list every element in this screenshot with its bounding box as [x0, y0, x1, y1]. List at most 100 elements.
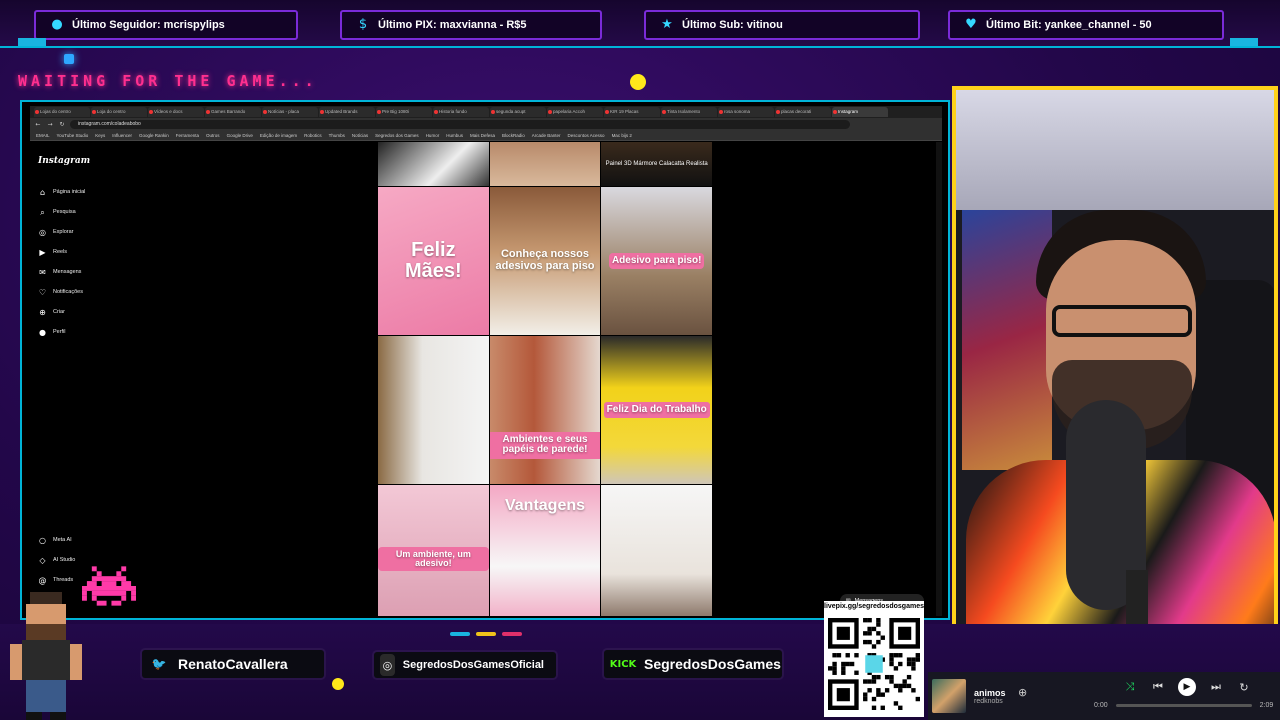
last-sub-alert: ★ Último Sub: vitinou [644, 10, 920, 40]
browser-tab[interactable]: Vídeos e docs [148, 107, 204, 117]
bookmark-item[interactable]: Edição de imagem [260, 133, 297, 138]
post-thumbnail[interactable] [378, 336, 489, 484]
browser-tab[interactable]: papelaria Accoh [547, 107, 603, 117]
player-controls: ⤨ ⏮ ▶ ⏭ ↻ [1122, 678, 1252, 696]
ig-nav-item[interactable]: @ Threads [38, 570, 75, 590]
bookmark-item[interactable]: Outros [206, 133, 220, 138]
browser-tab[interactable]: Historia fundo [433, 107, 489, 117]
instagram-logo[interactable]: Instagram [38, 156, 90, 166]
bookmark-item[interactable]: Arcade Banter [532, 133, 561, 138]
bookmark-item[interactable]: Humbus [446, 133, 463, 138]
play-icon[interactable]: ▶ [1178, 678, 1196, 696]
next-track-icon[interactable]: ⏭ [1208, 680, 1224, 694]
last-follower-alert: ● Último Seguidor: mcrispylips [34, 10, 298, 40]
nav-icon: ✉ [39, 267, 46, 277]
nav-icon: ○ [39, 535, 46, 545]
nav-icon: ♡ [38, 287, 47, 297]
page-scrollbar[interactable] [936, 142, 942, 616]
browser-tab[interactable]: KIR 19 Placas [604, 107, 660, 117]
browser-tab[interactable]: Notícias - placa [262, 107, 318, 117]
browser-toolbar: ← → ↻ instagram.com/coladeabobo [30, 118, 942, 131]
bookmark-item[interactable]: Notícias [352, 133, 368, 138]
corner-accent [1230, 38, 1258, 46]
ig-nav-item[interactable]: ♡ Notificações [38, 282, 85, 302]
last-bit-text: Último Bit: yankee_channel - 50 [986, 19, 1152, 31]
ig-nav-item[interactable]: ✉ Mensagens [38, 262, 85, 282]
forward-icon[interactable]: → [46, 121, 54, 128]
post-thumbnail[interactable] [489, 142, 601, 186]
address-bar[interactable]: instagram.com/coladeabobo [70, 120, 850, 129]
bookmark-item[interactable]: EMAIL [36, 133, 50, 138]
nav-label: Página inicial [53, 189, 86, 195]
bookmark-item[interactable]: Segredos dos Games [375, 133, 419, 138]
post-thumbnail[interactable]: Um ambiente, um adesivo! [378, 485, 489, 616]
ig-nav-item[interactable]: ⌂ Página inicial [38, 182, 85, 202]
post-thumbnail[interactable]: Vantagens [489, 485, 601, 616]
bookmark-item[interactable]: Mais Defesa [470, 133, 495, 138]
decor-dot [332, 678, 344, 690]
post-thumbnail[interactable] [378, 142, 489, 186]
post-thumbnail[interactable]: Ambientes e seus papéis de parede! [489, 336, 601, 484]
bookmarks-bar: EMAIL YouTube Studio Keys Influencer Google … [30, 131, 942, 141]
bookmark-item[interactable]: Mac bijs 2 [612, 133, 632, 138]
bookmark-item[interactable]: Thumbs [329, 133, 345, 138]
post-thumbnail[interactable] [601, 485, 712, 616]
browser-tab[interactable]: Lojas do centro [34, 107, 90, 117]
repeat-icon[interactable]: ↻ [1236, 681, 1252, 694]
last-pix-alert: $ Último PIX: maxvianna - R$5 [340, 10, 602, 40]
post-thumbnail[interactable]: Adesivo para piso! [601, 187, 712, 335]
ig-nav-item[interactable]: ⊕ Criar [38, 302, 85, 322]
bookmark-item[interactable]: YouTube Studio [57, 133, 89, 138]
last-pix-text: Último PIX: maxvianna - R$5 [378, 19, 527, 31]
browser-tab[interactable]: Tinta Isolamento [661, 107, 717, 117]
post-row: Um ambiente, um adesivo! Vantagens [378, 485, 712, 616]
browser-tab[interactable]: Updated Brands [319, 107, 375, 117]
bookmark-item[interactable]: Robotics [304, 133, 322, 138]
post-thumbnail[interactable]: Painel 3D Mármore Calacatta Realista [601, 142, 712, 186]
ig-nav-item[interactable]: ▶ Reels [38, 242, 85, 262]
bookmark-item[interactable]: BlockRadio [502, 133, 525, 138]
nav-icon: ▶ [39, 247, 46, 257]
ig-nav-item[interactable]: ○ Meta AI [38, 530, 75, 550]
browser-tab[interactable]: Pre Big 1080i [376, 107, 432, 117]
decor-line [502, 632, 522, 636]
reload-icon[interactable]: ↻ [58, 121, 66, 128]
browser-tab[interactable]: placas decorati [775, 107, 831, 117]
nav-label: Perfil [53, 329, 66, 335]
post-thumbnail[interactable]: Feliz Dia do Trabalho [601, 336, 712, 484]
ig-nav-item[interactable]: ◇ AI Studio [38, 550, 75, 570]
ig-nav-item[interactable]: ⌕ Pesquisa [38, 202, 85, 222]
bookmark-item[interactable]: Google Drive [227, 133, 253, 138]
bookmark-item[interactable]: Descontos Acesso [568, 133, 605, 138]
post-thumbnail[interactable]: Conheça nossos adesivos para piso [489, 187, 601, 335]
browser-tab[interactable]: segunda acupt [490, 107, 546, 117]
webcam-feed [952, 86, 1278, 672]
bookmark-item[interactable]: Keys [95, 133, 105, 138]
bookmark-item[interactable]: Google Rankin [139, 133, 169, 138]
post-caption: Um ambiente, um adesivo! [378, 546, 489, 572]
browser-tab[interactable]: Instagram [832, 107, 888, 117]
back-icon[interactable]: ← [34, 121, 42, 128]
ig-nav-item[interactable]: ● Perfil [38, 322, 85, 342]
track-info: animos redknobs [974, 688, 1046, 705]
album-art [932, 679, 966, 713]
nav-icon: @ [38, 575, 47, 585]
ig-nav-item[interactable]: ◎ Explorar [38, 222, 85, 242]
post-caption: Conheça nossos adesivos para piso [495, 248, 595, 272]
browser-tab[interactable]: rosa sonoma [718, 107, 774, 117]
post-thumbnail[interactable]: Feliz Mães! [378, 187, 489, 335]
progress-bar[interactable] [1115, 704, 1252, 707]
bookmark-item[interactable]: Ferramenta [176, 133, 199, 138]
nav-label: Explorar [53, 229, 74, 235]
shuffle-icon[interactable]: ⤨ [1122, 680, 1138, 694]
nav-label: Meta AI [53, 537, 72, 543]
browser-tab[interactable]: Games Barrando [205, 107, 261, 117]
last-follower-text: Último Seguidor: mcrispylips [72, 19, 225, 31]
nav-icon: ◎ [39, 227, 46, 237]
add-to-library-icon[interactable]: ⊕ [1018, 686, 1027, 699]
bookmark-item[interactable]: Humor [426, 133, 440, 138]
nav-label: Criar [53, 309, 65, 315]
bookmark-item[interactable]: Influencer [112, 133, 132, 138]
browser-tab[interactable]: Loja do centro [91, 107, 147, 117]
previous-track-icon[interactable]: ⏮ [1150, 680, 1166, 694]
